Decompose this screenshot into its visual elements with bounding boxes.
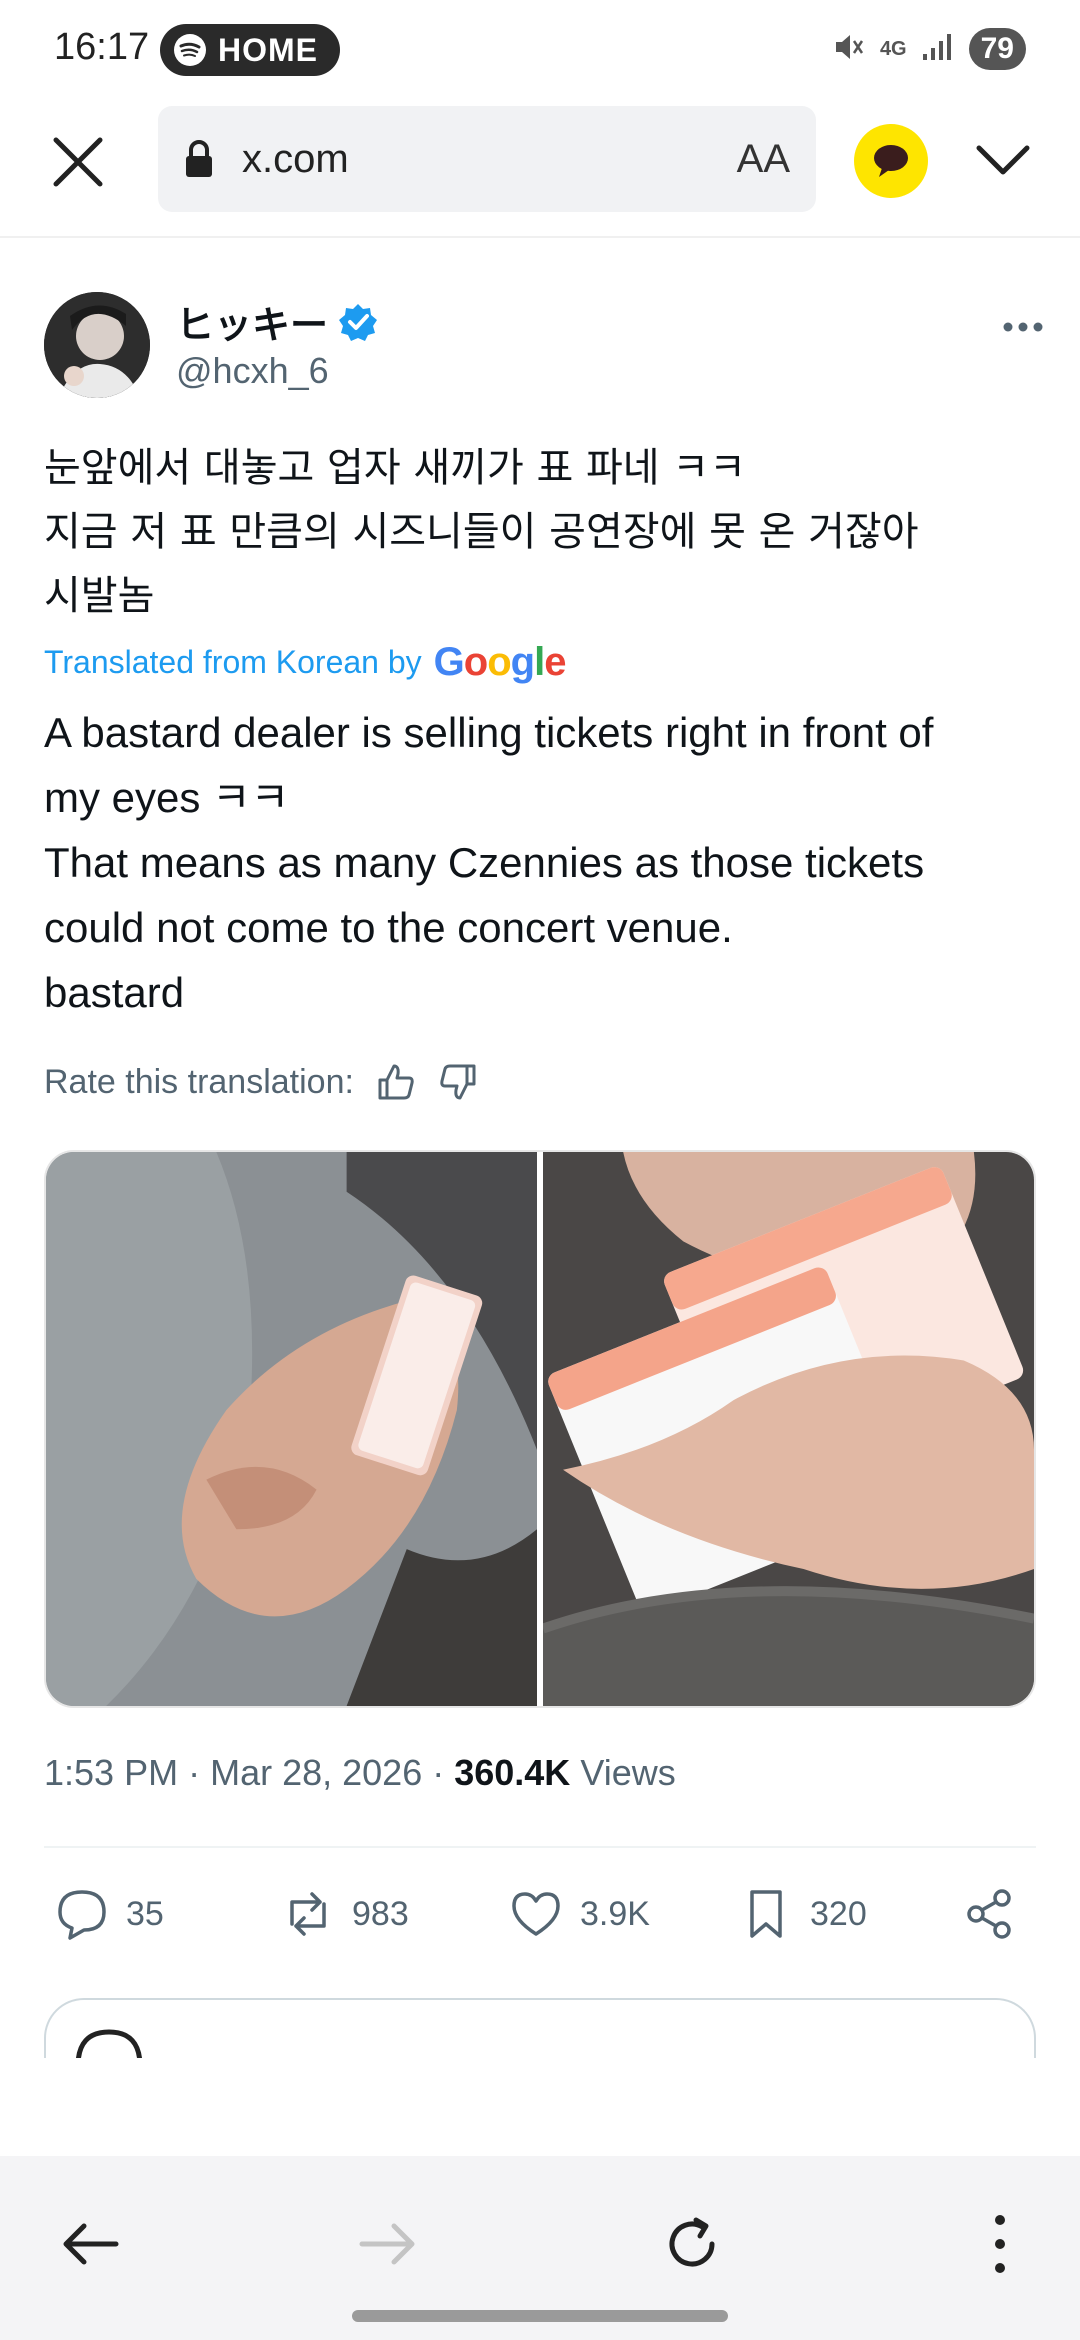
verified-badge-icon bbox=[339, 303, 378, 341]
collapse-button[interactable] bbox=[966, 124, 1040, 198]
reload-icon bbox=[669, 2217, 715, 2267]
rate-translation: Rate this translation: bbox=[44, 1062, 478, 1102]
forward-button[interactable] bbox=[340, 2196, 436, 2292]
back-button[interactable] bbox=[42, 2196, 138, 2292]
reply-button[interactable]: 35 bbox=[54, 1880, 164, 1948]
rate-label: Rate this translation: bbox=[44, 1062, 354, 1101]
like-icon bbox=[512, 1892, 560, 1936]
bookmark-button[interactable]: 320 bbox=[738, 1880, 867, 1948]
tweet-date: Mar 28, 2026 bbox=[210, 1752, 423, 1793]
translated-line: That means as many Czennies as those tic… bbox=[44, 839, 925, 886]
signal-icon bbox=[921, 32, 955, 67]
tweet-translated-text: A bastard dealer is selling tickets righ… bbox=[44, 700, 1044, 1025]
url-text: x.com bbox=[242, 136, 349, 181]
network-type: 4G bbox=[879, 38, 907, 60]
tweet-author: ヒッキー @hcxh_6 bbox=[44, 292, 1044, 402]
spotify-icon bbox=[174, 34, 206, 66]
display-name-text: ヒッキー bbox=[176, 305, 329, 347]
media-indicator-pill[interactable]: HOME bbox=[160, 24, 340, 76]
google-logo: Google bbox=[433, 640, 567, 684]
home-indicator[interactable] bbox=[352, 2310, 728, 2322]
original-line: 시발놈 bbox=[44, 573, 155, 619]
lock-icon bbox=[186, 140, 212, 177]
menu-button[interactable] bbox=[952, 2196, 1048, 2292]
photo-1[interactable] bbox=[46, 1152, 537, 1706]
translated-line: A bastard dealer is selling tickets righ… bbox=[44, 709, 934, 756]
tweet-time: 1:53 PM bbox=[44, 1752, 179, 1793]
status-icons: 4G 79 bbox=[832, 28, 1026, 70]
reply-composer[interactable] bbox=[44, 1998, 1036, 2058]
photo-2[interactable] bbox=[541, 1152, 1034, 1706]
bookmark-count: 320 bbox=[810, 1894, 867, 1933]
like-count: 3.9K bbox=[580, 1894, 650, 1933]
url-bar[interactable]: x.com AA bbox=[158, 106, 816, 212]
reload-button[interactable] bbox=[644, 2196, 740, 2292]
back-arrow-icon bbox=[63, 2223, 119, 2265]
user-handle[interactable]: @hcxh_6 bbox=[176, 350, 329, 392]
translation-attribution[interactable]: Translated from Korean by Google bbox=[44, 640, 567, 685]
views-count: 360.4K bbox=[454, 1752, 571, 1793]
tweet-meta: 1:53 PM · Mar 28, 2026 · 360.4K Views bbox=[44, 1752, 676, 1793]
like-button[interactable]: 3.9K bbox=[508, 1880, 650, 1948]
tweet-actions: 35 983 3.9K 320 bbox=[44, 1880, 1036, 1948]
battery-level: 79 bbox=[968, 28, 1026, 70]
views-label: Views bbox=[580, 1752, 676, 1793]
text-size-button[interactable]: AA bbox=[737, 137, 790, 182]
more-icon bbox=[1003, 322, 1043, 332]
status-bar: 16:17 HOME 4G 79 bbox=[0, 0, 1080, 100]
media-label: HOME bbox=[218, 31, 318, 68]
original-line: 지금 저 표 만큼의 시즈니들이 공연장에 못 온 거잖아 bbox=[44, 509, 919, 555]
reply-avatar-icon bbox=[75, 2029, 143, 2058]
menu-dots-icon bbox=[995, 2215, 1005, 2273]
bookmark-icon bbox=[750, 1890, 782, 1938]
share-icon bbox=[967, 1889, 1011, 1939]
tweet-original-text: 눈앞에서 대놓고 업자 새끼가 표 파네 ㅋㅋ 지금 저 표 만큼의 시즈니들이… bbox=[44, 436, 1044, 628]
forward-arrow-icon bbox=[359, 2223, 415, 2265]
tweet-media[interactable] bbox=[44, 1150, 1036, 1708]
divider bbox=[44, 1846, 1036, 1848]
close-browser-button[interactable] bbox=[40, 124, 116, 200]
close-icon bbox=[53, 137, 103, 187]
kakao-talk-icon bbox=[874, 145, 908, 177]
chevron-down-icon bbox=[976, 145, 1030, 175]
repost-button[interactable]: 983 bbox=[280, 1880, 409, 1948]
display-name[interactable]: ヒッキー bbox=[176, 294, 378, 349]
translated-line: my eyes ㅋㅋ bbox=[44, 774, 290, 821]
kakao-talk-button[interactable] bbox=[854, 124, 928, 198]
translated-label: Translated from Korean by bbox=[44, 644, 422, 680]
more-options-button[interactable] bbox=[1002, 298, 1044, 343]
mute-icon bbox=[832, 30, 866, 69]
thumbs-down-icon[interactable] bbox=[438, 1062, 478, 1102]
browser-toolbar: x.com AA bbox=[0, 100, 1080, 238]
status-time: 16:17 bbox=[54, 26, 150, 68]
reply-count: 35 bbox=[126, 1894, 164, 1933]
reply-icon bbox=[58, 1890, 106, 1940]
repost-count: 983 bbox=[352, 1894, 409, 1933]
translated-line: could not come to the concert venue. bbox=[44, 904, 733, 951]
share-button[interactable] bbox=[962, 1880, 1018, 1948]
original-line: 눈앞에서 대놓고 업자 새끼가 표 파네 ㅋㅋ bbox=[44, 445, 746, 491]
thumbs-up-icon[interactable] bbox=[376, 1062, 416, 1102]
repost-icon bbox=[290, 1892, 326, 1936]
translated-line: bastard bbox=[44, 969, 185, 1016]
avatar[interactable] bbox=[44, 292, 150, 398]
